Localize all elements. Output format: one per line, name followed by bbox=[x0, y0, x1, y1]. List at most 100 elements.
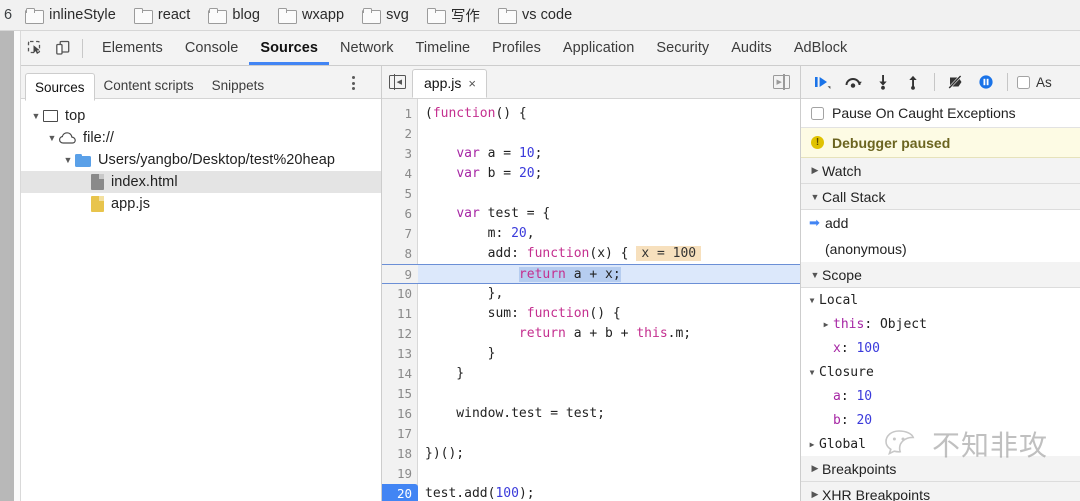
call-stack-frame[interactable]: ➡ add bbox=[801, 210, 1080, 236]
line-number[interactable]: 17 bbox=[382, 424, 418, 444]
line-number[interactable]: 3 bbox=[382, 144, 418, 164]
chevron-down-icon[interactable]: ▼ bbox=[808, 192, 822, 202]
bookmark-item[interactable]: blog bbox=[199, 5, 269, 25]
line-number[interactable]: 12 bbox=[382, 324, 418, 344]
bookmark-item[interactable]: react bbox=[125, 5, 200, 25]
pause-on-caught-checkbox[interactable] bbox=[811, 106, 824, 120]
tree-item-label: top bbox=[65, 108, 86, 124]
chevron-right-icon[interactable]: ▶ bbox=[805, 440, 819, 449]
tab-profiles[interactable]: Profiles bbox=[481, 31, 552, 65]
code-token: b = bbox=[479, 166, 519, 181]
section-header-call-stack[interactable]: ▼ Call Stack bbox=[801, 184, 1080, 210]
section-header-breakpoints[interactable]: ▶ Breakpoints bbox=[801, 456, 1080, 482]
line-number[interactable]: 2 bbox=[382, 124, 418, 144]
deactivate-breakpoints-icon[interactable] bbox=[942, 68, 970, 96]
inspect-element-icon[interactable] bbox=[21, 35, 49, 61]
scope-group[interactable]: ▶ Global bbox=[801, 432, 1080, 456]
scope-variable[interactable]: x: 100 bbox=[801, 336, 1080, 360]
bookmark-item[interactable]: 写作 bbox=[418, 3, 489, 28]
scope-variable[interactable]: b: 20 bbox=[801, 408, 1080, 432]
tree-item-file---[interactable]: ▼ file:// bbox=[21, 127, 381, 149]
tab-sources[interactable]: Sources bbox=[249, 31, 329, 65]
editor-tab-label: app.js bbox=[424, 75, 462, 91]
chevron-down-icon[interactable]: ▼ bbox=[45, 133, 59, 143]
bookmark-item[interactable]: svg bbox=[353, 5, 418, 25]
line-number[interactable]: 8 bbox=[382, 244, 418, 264]
line-number[interactable]: 9 bbox=[382, 265, 418, 283]
call-stack-frame[interactable]: (anonymous) bbox=[801, 236, 1080, 262]
chevron-right-icon[interactable]: ▶ bbox=[808, 463, 822, 474]
chevron-down-icon[interactable]: ▼ bbox=[805, 296, 819, 305]
code-editor[interactable]: 1 (function() {2 3 var a = 10; 4 var b = 20… bbox=[382, 99, 800, 501]
tab-console[interactable]: Console bbox=[174, 31, 250, 65]
tab-adblock[interactable]: AdBlock bbox=[783, 31, 859, 65]
pause-on-caught-exceptions-row[interactable]: Pause On Caught Exceptions bbox=[801, 99, 1080, 128]
tab-audits[interactable]: Audits bbox=[720, 31, 783, 65]
pause-on-exceptions-icon[interactable] bbox=[972, 68, 1000, 96]
line-number[interactable]: 11 bbox=[382, 304, 418, 324]
chevron-down-icon[interactable]: ▼ bbox=[805, 368, 819, 377]
chevron-right-icon[interactable]: ▶ bbox=[819, 320, 833, 329]
async-checkbox[interactable] bbox=[1017, 75, 1030, 89]
line-number[interactable]: 13 bbox=[382, 344, 418, 364]
step-out-icon[interactable] bbox=[899, 68, 927, 96]
tab-application[interactable]: Application bbox=[552, 31, 646, 65]
chevron-right-icon[interactable]: ▶ bbox=[808, 165, 822, 176]
breakpoint-marker[interactable]: 20 bbox=[382, 484, 418, 501]
scope-variable-name: b bbox=[833, 412, 841, 428]
tree-item-label: app.js bbox=[111, 196, 150, 212]
line-number[interactable]: 7 bbox=[382, 224, 418, 244]
code-text: return a + b + this.m; bbox=[418, 324, 800, 344]
line-number[interactable]: 5 bbox=[382, 184, 418, 204]
line-number[interactable]: 19 bbox=[382, 464, 418, 484]
kebab-menu-icon[interactable] bbox=[345, 74, 361, 92]
line-number[interactable]: 15 bbox=[382, 384, 418, 404]
file-html-icon bbox=[91, 174, 104, 190]
step-over-icon[interactable] bbox=[839, 68, 867, 96]
chevron-down-icon[interactable]: ▼ bbox=[808, 270, 822, 280]
line-number[interactable]: 4 bbox=[382, 164, 418, 184]
chevron-down-icon[interactable]: ▼ bbox=[61, 155, 75, 165]
line-number[interactable]: 16 bbox=[382, 404, 418, 424]
bookmark-item[interactable]: wxapp bbox=[269, 5, 353, 25]
code-token: () { bbox=[589, 306, 621, 321]
show-navigator-icon[interactable]: ◀ bbox=[382, 66, 412, 99]
step-into-icon[interactable] bbox=[869, 68, 897, 96]
close-icon[interactable]: × bbox=[468, 77, 476, 90]
line-number[interactable]: 14 bbox=[382, 364, 418, 384]
line-number[interactable]: 6 bbox=[382, 204, 418, 224]
tree-item-label: index.html bbox=[111, 174, 178, 190]
code-token: } bbox=[425, 366, 465, 381]
async-checkbox-group[interactable]: As bbox=[1017, 75, 1052, 90]
chevron-right-icon[interactable]: ▶ bbox=[808, 489, 822, 500]
tab-timeline[interactable]: Timeline bbox=[405, 31, 482, 65]
section-header-watch[interactable]: ▶ Watch bbox=[801, 158, 1080, 184]
tree-item-users-yangbo-desktop-test-20heap[interactable]: ▼ Users/yangbo/Desktop/test%20heap bbox=[21, 149, 381, 171]
bookmark-item[interactable]: inlineStyle bbox=[16, 5, 125, 25]
navigator-tab-snippets[interactable]: Snippets bbox=[203, 73, 274, 99]
scope-group[interactable]: ▼ Local bbox=[801, 288, 1080, 312]
navigator-tab-sources[interactable]: Sources bbox=[25, 72, 95, 101]
code-line: 2 bbox=[382, 124, 800, 144]
show-debugger-icon[interactable]: ◀ bbox=[766, 66, 796, 99]
tab-security[interactable]: Security bbox=[645, 31, 720, 65]
line-number[interactable]: 10 bbox=[382, 284, 418, 304]
device-toolbar-icon[interactable] bbox=[49, 35, 77, 61]
bookmark-item[interactable]: vs code bbox=[489, 5, 581, 25]
line-number[interactable]: 1 bbox=[382, 104, 418, 124]
line-number[interactable]: 18 bbox=[382, 444, 418, 464]
scope-variable[interactable]: a: 10 bbox=[801, 384, 1080, 408]
tab-network[interactable]: Network bbox=[329, 31, 405, 65]
section-header-scope[interactable]: ▼ Scope bbox=[801, 262, 1080, 288]
navigator-tab-content-scripts[interactable]: Content scripts bbox=[95, 73, 203, 99]
scope-variable[interactable]: ▶ this: Object bbox=[801, 312, 1080, 336]
chevron-down-icon[interactable]: ▼ bbox=[29, 111, 43, 121]
resume-script-icon[interactable] bbox=[809, 68, 837, 96]
scope-group[interactable]: ▼ Closure bbox=[801, 360, 1080, 384]
tree-item-app.js[interactable]: app.js bbox=[21, 193, 381, 215]
tree-item-index.html[interactable]: index.html bbox=[21, 171, 381, 193]
section-header-xhr-breakpoints[interactable]: ▶ XHR Breakpoints bbox=[801, 482, 1080, 501]
tab-elements[interactable]: Elements bbox=[91, 31, 174, 65]
editor-tab-appjs[interactable]: app.js × bbox=[412, 68, 487, 98]
tree-item-top[interactable]: ▼ top bbox=[21, 105, 381, 127]
